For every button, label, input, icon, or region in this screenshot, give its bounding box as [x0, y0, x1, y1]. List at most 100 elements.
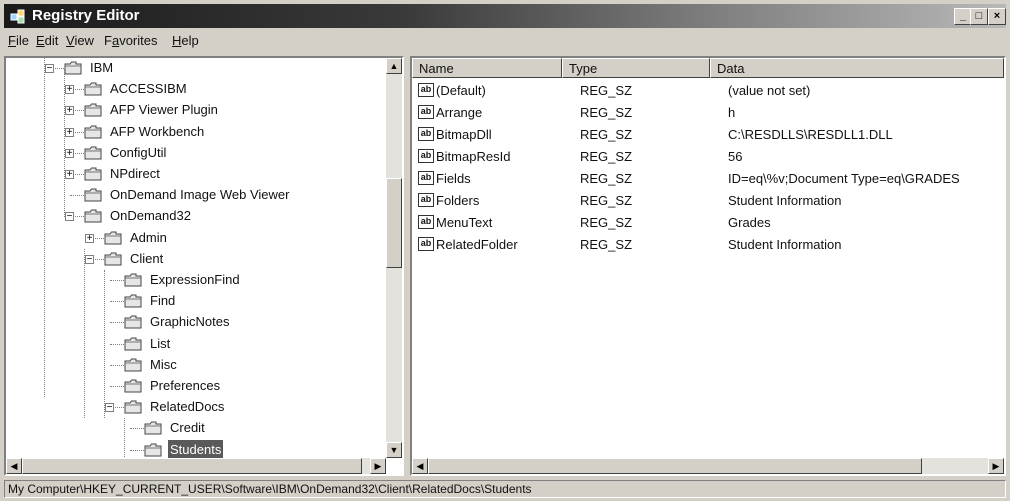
value-name: Fields — [436, 171, 471, 186]
value-name: BitmapResId — [436, 149, 511, 164]
tree-vscroll-thumb[interactable] — [386, 178, 402, 268]
expand-icon[interactable]: + — [65, 148, 74, 158]
menu-file[interactable]: File — [8, 33, 29, 48]
menu-view-rest: iew — [74, 33, 94, 48]
folder-icon — [84, 125, 102, 139]
value-data: Student Information — [728, 237, 842, 252]
tree-scroll-left-button[interactable]: ◀ — [6, 458, 22, 474]
value-data: (value not set) — [728, 83, 811, 98]
tree-connector — [110, 343, 124, 345]
menu-edit-mnemonic: E — [36, 33, 45, 48]
registry-editor-icon — [10, 9, 25, 24]
registry-editor-window: Registry Editor _ □ × File Edit View Fav… — [0, 0, 1010, 501]
tree-item-label: Preferences — [150, 378, 221, 393]
menu-favorites-rest: vorites — [119, 33, 158, 48]
folder-open-icon — [64, 61, 82, 75]
menu-favorites-pre: F — [104, 33, 112, 48]
menu-edit[interactable]: Edit — [36, 33, 58, 48]
column-header-data[interactable]: Data — [710, 58, 1004, 78]
menu-view[interactable]: View — [66, 33, 94, 48]
collapse-icon[interactable]: − — [45, 64, 54, 74]
tree-item-label: ExpressionFind — [150, 272, 240, 287]
menu-help[interactable]: Help — [172, 33, 199, 48]
list-item[interactable]: ab MenuText REG_SZ Grades — [412, 212, 1004, 233]
list-item[interactable]: ab Folders REG_SZ Student Information — [412, 190, 1004, 211]
tree-item-label: ACCESSIBM — [110, 81, 187, 97]
list-scroll-left-button[interactable]: ◀ — [412, 458, 428, 474]
tree-hscroll-thumb[interactable] — [22, 458, 362, 474]
value-list-pane[interactable]: Name Type Data ab (Default) REG_SZ (value n… — [410, 56, 1006, 476]
expand-icon[interactable]: + — [85, 233, 94, 243]
tree-item-label: Students — [168, 439, 224, 460]
expand-icon[interactable]: + — [65, 106, 74, 116]
folder-icon — [84, 188, 102, 202]
key-tree-pane[interactable]: − IBM + ACCESSIBM + AFP Viewer Plugin + AFP Wor… — [4, 56, 404, 476]
list-hscroll-thumb[interactable] — [428, 458, 922, 474]
value-name: MenuText — [436, 215, 493, 230]
expand-icon[interactable]: + — [65, 85, 74, 95]
column-header-type[interactable]: Type — [562, 58, 710, 78]
tree-item-label: OnDemand32 — [110, 208, 191, 224]
list-item[interactable]: ab BitmapDll REG_SZ C:\RESDLLS\RESDLL1.DLL — [412, 124, 1004, 145]
value-data: C:\RESDLLS\RESDLL1.DLL — [728, 127, 893, 142]
tree-scroll-right-button[interactable]: ▶ — [370, 458, 386, 474]
tree-item-label: Admin — [130, 229, 167, 245]
tree-scroll-down-button[interactable]: ▼ — [386, 442, 402, 458]
title-bar[interactable]: Registry Editor _ □ × — [4, 4, 1006, 28]
expand-icon[interactable]: + — [65, 127, 74, 137]
list-item[interactable]: ab Fields REG_SZ ID=eq\%v;Document Type=eq\… — [412, 168, 1004, 189]
tree-item-label: OnDemand Image Web Viewer — [110, 187, 290, 203]
tree-item-label: ConfigUtil — [110, 144, 167, 160]
value-type: REG_SZ — [580, 171, 633, 186]
tree-connector — [110, 364, 124, 366]
tree-item-label: NPdirect — [110, 166, 160, 181]
string-value-icon: ab — [418, 127, 434, 141]
value-data: h — [728, 105, 736, 120]
value-type: REG_SZ — [580, 237, 633, 252]
tree-item-label: AFP Viewer Plugin — [110, 102, 218, 118]
tree-connector — [110, 322, 124, 324]
string-value-icon: ab — [418, 237, 434, 251]
folder-icon — [124, 379, 142, 393]
menu-file-mnemonic: F — [8, 33, 16, 48]
tree-connector — [130, 449, 144, 451]
string-value-icon: ab — [418, 215, 434, 229]
menu-favorites[interactable]: Favorites — [104, 33, 157, 48]
folder-icon — [124, 273, 142, 287]
folder-icon — [104, 231, 122, 245]
folder-open-icon — [104, 252, 122, 266]
tree-connector — [110, 280, 124, 281]
value-name: Arrange — [436, 105, 483, 120]
list-item[interactable]: ab (Default) REG_SZ (value not set) — [412, 80, 1004, 101]
folder-open-icon — [124, 400, 142, 414]
tree-guide-line — [104, 270, 105, 419]
close-button[interactable]: × — [988, 8, 1006, 25]
list-item[interactable]: ab BitmapResId REG_SZ 56 — [412, 146, 1004, 167]
list-item[interactable]: ab Arrange REG_SZ h — [412, 102, 1004, 123]
tree-item-label: Client — [130, 250, 164, 266]
list-scroll-right-button[interactable]: ▶ — [988, 458, 1004, 474]
string-value-icon: ab — [418, 171, 434, 185]
folder-icon — [124, 294, 142, 308]
menu-bar: File Edit View Favorites Help — [4, 31, 1006, 51]
value-name: BitmapDll — [436, 127, 492, 142]
collapse-icon[interactable]: − — [105, 403, 114, 413]
value-type: REG_SZ — [580, 193, 633, 208]
collapse-icon[interactable]: − — [85, 254, 94, 264]
value-type: REG_SZ — [580, 105, 633, 120]
expand-icon[interactable]: + — [65, 170, 74, 180]
list-item[interactable]: ab RelatedFolder REG_SZ Student Information — [412, 234, 1004, 255]
list-header: Name Type Data — [412, 58, 1004, 78]
maximize-button[interactable]: □ — [970, 8, 988, 25]
string-value-icon: ab — [418, 105, 434, 119]
tree-guide-line — [64, 69, 65, 218]
folder-icon — [84, 146, 102, 160]
value-data: 56 — [728, 149, 743, 164]
collapse-icon[interactable]: − — [65, 212, 74, 222]
tree-guide-line — [84, 248, 85, 419]
tree-scroll-up-button[interactable]: ▲ — [386, 58, 402, 74]
string-value-icon: ab — [418, 83, 434, 97]
column-header-name[interactable]: Name — [412, 58, 562, 78]
value-name: RelatedFolder — [436, 237, 518, 252]
tree-item-label: RelatedDocs — [150, 399, 225, 415]
